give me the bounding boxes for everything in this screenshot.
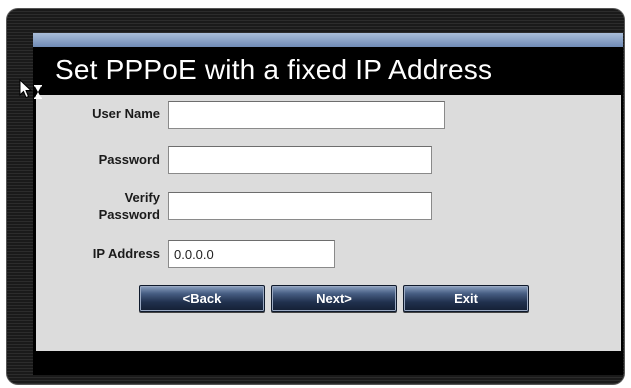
verify-password-input[interactable] [168,192,432,220]
wizard-content: Set PPPoE with a fixed IP Address User N… [33,33,623,375]
password-input[interactable] [168,146,432,174]
title-accent-bar [33,33,623,47]
back-button[interactable]: <Back [139,285,265,312]
ip-address-input[interactable] [168,240,335,268]
next-button[interactable]: Next> [271,285,397,312]
exit-button[interactable]: Exit [403,285,529,312]
busy-arrow-cursor-icon [19,79,42,99]
page-title: Set PPPoE with a fixed IP Address [55,54,493,85]
user-name-label: User Name [92,106,160,121]
ip-address-label: IP Address [92,246,160,261]
user-name-input[interactable] [168,101,445,129]
verify-password-label-line1: Verify [124,190,160,205]
form-panel: User Name Password Verify Password IP Ad… [36,95,621,351]
password-label: Password [98,152,160,167]
verify-password-label-line2: Password [98,207,160,222]
verify-password-label: Verify Password [44,189,160,223]
wizard-window: Set PPPoE with a fixed IP Address User N… [6,8,625,385]
